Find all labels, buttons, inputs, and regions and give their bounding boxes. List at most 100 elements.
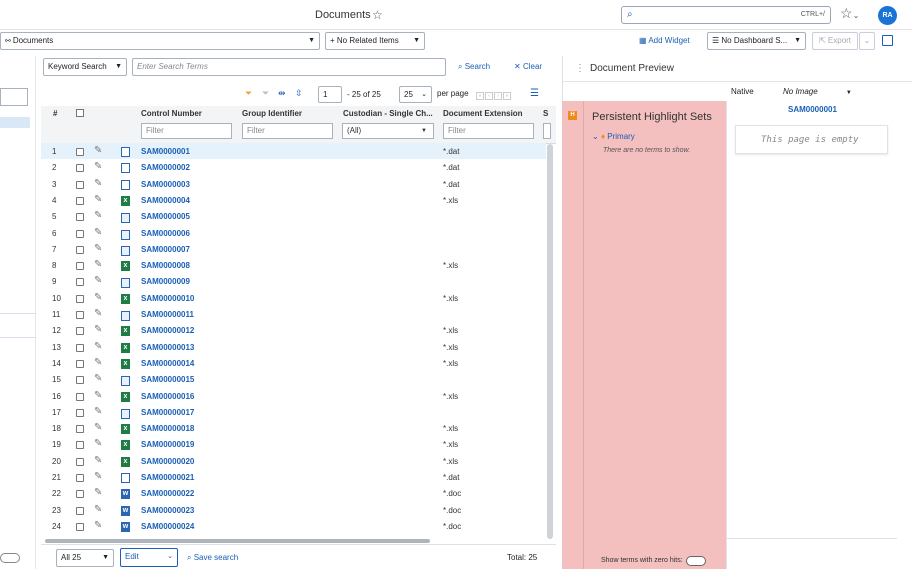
- zero-hits-toggle[interactable]: [686, 556, 706, 566]
- table-row[interactable]: 17 ✎ SAM00000017: [41, 404, 546, 420]
- column-header-group-identifier[interactable]: Group Identifier: [242, 109, 302, 118]
- edit-pencil-icon[interactable]: ✎: [94, 390, 102, 401]
- edit-pencil-icon[interactable]: ✎: [94, 324, 102, 335]
- browser-selected-item[interactable]: [0, 117, 30, 128]
- control-number-filter[interactable]: Filter: [141, 123, 232, 139]
- select-scope-select[interactable]: All 25 ▼: [56, 549, 114, 567]
- table-row[interactable]: 11 ✎ SAM00000011: [41, 306, 546, 322]
- control-number-link[interactable]: SAM00000011: [141, 310, 194, 319]
- row-checkbox[interactable]: [76, 359, 84, 368]
- grid-menu-icon[interactable]: ☰: [530, 88, 539, 99]
- page-number-input[interactable]: 1: [318, 86, 342, 103]
- table-row[interactable]: 22 ✎ w SAM00000022 *.doc: [41, 485, 546, 501]
- control-number-link[interactable]: SAM0000005: [141, 212, 190, 221]
- vertical-scrollbar[interactable]: [547, 144, 553, 539]
- row-checkbox[interactable]: [76, 180, 84, 189]
- row-checkbox[interactable]: [76, 343, 84, 352]
- row-checkbox[interactable]: [76, 327, 84, 336]
- select-all-checkbox[interactable]: [76, 109, 84, 117]
- filter-icon[interactable]: ⏷: [245, 88, 252, 99]
- table-row[interactable]: 21 ✎ SAM00000021 *.dat: [41, 469, 546, 485]
- edit-pencil-icon[interactable]: ✎: [94, 341, 102, 352]
- row-checkbox[interactable]: [76, 408, 84, 417]
- control-number-link[interactable]: SAM0000001: [141, 147, 190, 156]
- table-row[interactable]: 1 ✎ SAM0000001 *.dat: [41, 143, 546, 160]
- export-dropdown-button[interactable]: ⌄: [859, 32, 875, 50]
- row-checkbox[interactable]: [76, 490, 84, 499]
- table-row[interactable]: 23 ✎ w SAM00000023 *.doc: [41, 502, 546, 518]
- browser-toggle[interactable]: [0, 553, 20, 563]
- edit-pencil-icon[interactable]: ✎: [94, 406, 102, 417]
- control-number-link[interactable]: SAM00000023: [141, 506, 194, 515]
- add-widget-button[interactable]: ▦ Add Widget: [639, 36, 690, 45]
- edit-pencil-icon[interactable]: ✎: [94, 194, 102, 205]
- next-page-icon[interactable]: ›: [494, 92, 502, 100]
- truncated-filter[interactable]: [543, 123, 551, 139]
- fit-columns-icon[interactable]: ⇹: [278, 88, 286, 99]
- table-row[interactable]: 20 ✎ x SAM00000020 *.xls: [41, 453, 546, 469]
- layout-toggle-icon[interactable]: [882, 35, 893, 46]
- table-row[interactable]: 6 ✎ SAM0000006: [41, 225, 546, 241]
- row-checkbox[interactable]: [76, 457, 84, 466]
- browser-filter-input[interactable]: [0, 88, 28, 106]
- horizontal-scrollbar[interactable]: [45, 539, 430, 543]
- row-checkbox[interactable]: [76, 229, 84, 238]
- row-checkbox[interactable]: [76, 148, 84, 156]
- control-number-link[interactable]: SAM00000014: [141, 359, 194, 368]
- edit-pencil-icon[interactable]: ✎: [94, 210, 102, 221]
- table-row[interactable]: 2 ✎ SAM0000002 *.dat: [41, 159, 546, 175]
- control-number-link[interactable]: SAM00000022: [141, 489, 194, 498]
- drag-handle-icon[interactable]: ⋮: [575, 63, 585, 74]
- table-row[interactable]: 16 ✎ x SAM00000016 *.xls: [41, 388, 546, 404]
- last-page-icon[interactable]: »: [503, 92, 511, 100]
- row-checkbox[interactable]: [76, 392, 84, 401]
- primary-highlight-set[interactable]: ⌄ ♦ Primary: [592, 132, 635, 141]
- edit-pencil-icon[interactable]: ✎: [94, 227, 102, 238]
- control-number-link[interactable]: SAM00000015: [141, 375, 194, 384]
- column-header-custodian[interactable]: Custodian - Single Ch...: [343, 109, 433, 118]
- edit-pencil-icon[interactable]: ✎: [94, 487, 102, 498]
- table-row[interactable]: 8 ✎ x SAM0000008 *.xls: [41, 257, 546, 273]
- control-number-link[interactable]: SAM00000021: [141, 473, 194, 482]
- edit-pencil-icon[interactable]: ✎: [94, 178, 102, 189]
- row-checkbox[interactable]: [76, 164, 84, 173]
- row-checkbox[interactable]: [76, 376, 84, 385]
- table-row[interactable]: 19 ✎ x SAM00000019 *.xls: [41, 436, 546, 452]
- clear-filter-icon[interactable]: ⏷: [262, 88, 269, 99]
- favorite-star-icon[interactable]: ☆: [372, 8, 383, 22]
- column-header-control-number[interactable]: Control Number: [141, 109, 202, 118]
- export-button[interactable]: ⇱ Export: [812, 32, 858, 50]
- control-number-link[interactable]: SAM00000020: [141, 457, 194, 466]
- search-terms-input[interactable]: Enter Search Terms: [132, 58, 446, 76]
- edit-pencil-icon[interactable]: ✎: [94, 292, 102, 303]
- row-checkbox[interactable]: [76, 278, 84, 287]
- per-page-select[interactable]: 25 ⌄: [399, 86, 432, 103]
- row-checkbox[interactable]: [76, 245, 84, 254]
- control-number-link[interactable]: SAM0000006: [141, 229, 190, 238]
- table-row[interactable]: 24 ✎ w SAM00000024 *.doc: [41, 518, 546, 534]
- edit-pencil-icon[interactable]: ✎: [94, 504, 102, 515]
- edit-pencil-icon[interactable]: ✎: [94, 308, 102, 319]
- row-checkbox[interactable]: [76, 506, 84, 515]
- edit-pencil-icon[interactable]: ✎: [94, 259, 102, 270]
- control-number-link[interactable]: SAM0000003: [141, 180, 190, 189]
- first-page-icon[interactable]: «: [476, 92, 484, 100]
- control-number-link[interactable]: SAM00000017: [141, 408, 194, 417]
- table-row[interactable]: 18 ✎ x SAM00000018 *.xls: [41, 420, 546, 436]
- edit-pencil-icon[interactable]: ✎: [94, 243, 102, 254]
- table-row[interactable]: 5 ✎ SAM0000005: [41, 208, 546, 224]
- row-checkbox[interactable]: [76, 474, 84, 482]
- control-number-link[interactable]: SAM00000019: [141, 440, 194, 449]
- edit-pencil-icon[interactable]: ✎: [94, 357, 102, 368]
- prev-page-icon[interactable]: ‹: [485, 92, 493, 100]
- edit-pencil-icon[interactable]: ✎: [94, 422, 102, 433]
- global-search-input[interactable]: ⌕ CTRL+/: [621, 6, 831, 24]
- row-checkbox[interactable]: [76, 294, 84, 303]
- table-row[interactable]: 4 ✎ x SAM0000004 *.xls: [41, 192, 546, 208]
- control-number-link[interactable]: SAM00000010: [141, 294, 194, 303]
- view-select[interactable]: ⚯ Documents ▼: [0, 32, 320, 50]
- control-number-link[interactable]: SAM00000012: [141, 326, 194, 335]
- dashboard-select[interactable]: ☰ No Dashboard S... ▼: [707, 32, 806, 50]
- table-row[interactable]: 3 ✎ SAM0000003 *.dat: [41, 176, 546, 192]
- native-tab[interactable]: Native: [731, 87, 754, 96]
